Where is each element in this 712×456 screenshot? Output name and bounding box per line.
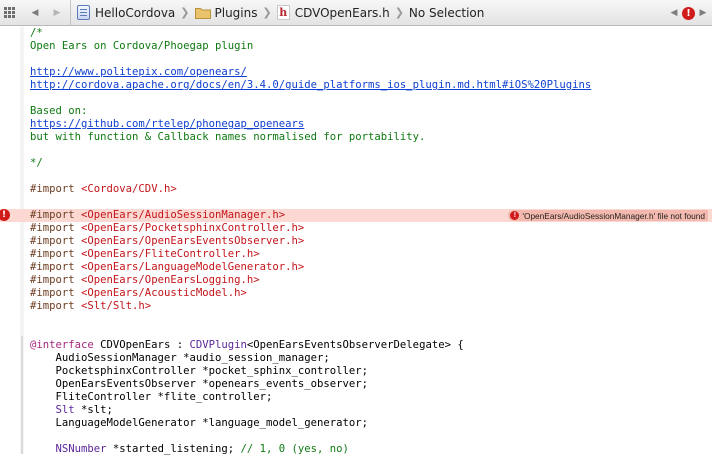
code-block-indicator (21, 336, 23, 454)
chevron-right-icon: ❯ (180, 6, 190, 19)
import-line: #import <OpenEars/OpenEarsEventsObserver… (30, 235, 304, 248)
ivar-line: AudioSessionManager *audio_session_manag… (30, 352, 330, 364)
type-name: NSNumber (30, 443, 107, 455)
folder-icon (194, 7, 211, 19)
grid-icon[interactable] (0, 3, 18, 23)
error-icon: ! (510, 211, 520, 220)
code-link[interactable]: http://www.politepix.com/openears/ (30, 66, 247, 79)
issue-navigator: ◀ ! ▶ (669, 3, 708, 23)
import-path: <OpenEars/FliteController.h> (81, 248, 260, 260)
type-name: Slt (30, 404, 75, 416)
code-link[interactable]: https://github.com/rtelep/phonegap_opene… (30, 118, 304, 131)
import-path: <OpenEars/OpenEarsEventsObserver.h> (81, 235, 305, 247)
import-path: <OpenEars/AudioSessionManager.h> (81, 209, 286, 221)
breadcrumb-group-label: Plugins (214, 5, 258, 20)
code-line: Open Ears on Cordova/Phoegap plugin (30, 40, 254, 52)
import-line: #import <OpenEars/PocketsphinxController… (30, 222, 304, 235)
import-path: <OpenEars/OpenEarsLogging.h> (81, 274, 260, 286)
breadcrumb-group[interactable]: Plugins (194, 5, 258, 20)
code-line: /* (30, 27, 43, 39)
code-line: Based on: (30, 105, 88, 117)
import-path: <OpenEars/AcousticModel.h> (81, 287, 247, 299)
code-link[interactable]: http://cordova.apache.org/docs/en/3.4.0/… (30, 79, 591, 92)
inline-comment: // 1, 0 (yes, no) (240, 443, 349, 455)
import-directive: #import (30, 274, 82, 286)
import-line: #import <OpenEars/FliteController.h> (30, 248, 260, 261)
import-directive: #import (30, 287, 82, 299)
breadcrumb-file[interactable]: h CDVOpenEars.h (276, 5, 390, 20)
import-line: #import <OpenEars/OpenEarsLogging.h> (30, 274, 260, 287)
import-line: #import <OpenEars/LanguageModelGenerator… (30, 261, 304, 274)
breadcrumb-selection-label: No Selection (408, 5, 485, 20)
code-line: */ (30, 157, 43, 169)
import-directive: #import (30, 183, 82, 195)
error-icon[interactable]: ! (682, 6, 695, 20)
ivar-name: *slt; (74, 404, 113, 416)
breadcrumb-project-label: HelloCordova (95, 5, 176, 20)
import-line-error: #import <OpenEars/AudioSessionManager.h> (30, 209, 285, 222)
class-name: CDVOpenEars : (93, 339, 190, 351)
import-path: <OpenEars/LanguageModelGenerator.h> (81, 261, 305, 273)
divider (70, 0, 71, 26)
interface-line: @interface CDVOpenEars : CDVPlugin<OpenE… (30, 339, 464, 352)
keyword: @interface (30, 339, 94, 351)
ivar-line: PocketsphinxController *pocket_sphinx_co… (30, 365, 369, 377)
next-issue-button[interactable]: ▶ (698, 3, 708, 23)
header-file-icon: h (276, 5, 290, 20)
error-message-text: 'OpenEars/AudioSessionManager.h' file no… (522, 210, 705, 221)
previous-issue-button[interactable]: ◀ (669, 3, 679, 23)
source-editor[interactable]: ! /* Open Ears on Cordova/Phoegap plugin… (0, 27, 712, 456)
protocol-list: <OpenEarsEventsObserverDelegate> { (246, 339, 464, 351)
breadcrumb-project[interactable]: HelloCordova (77, 5, 175, 20)
import-directive: #import (30, 261, 82, 273)
gutter[interactable] (0, 27, 20, 454)
import-directive: #import (30, 300, 82, 312)
code-line: but with function & Callback names norma… (30, 131, 426, 143)
import-path: <Slt/Slt.h> (81, 300, 152, 312)
superclass-name: CDVPlugin (189, 339, 247, 351)
chevron-right-icon: ❯ (262, 6, 272, 19)
breadcrumb-file-label: CDVOpenEars.h (294, 5, 390, 20)
import-directive: #import (30, 222, 82, 234)
jump-bar: ◀ ▶ HelloCordova ❯ Plugins ❯ h CDVOpenEa… (0, 0, 712, 26)
chevron-right-icon: ❯ (394, 6, 404, 19)
import-path: <OpenEars/PocketsphinxController.h> (81, 222, 305, 234)
ivar-line: NSNumber *started_listening; // 1, 0 (ye… (30, 443, 349, 456)
ivar-line: OpenEarsEventsObserver *openears_events_… (30, 378, 369, 390)
project-icon (77, 5, 90, 20)
import-path: <Cordova/CDV.h> (81, 183, 177, 195)
breadcrumb-selection[interactable]: No Selection (409, 6, 484, 20)
error-message-bubble[interactable]: ! 'OpenEars/AudioSessionManager.h' file … (508, 210, 708, 221)
import-line: #import <OpenEars/AcousticModel.h> (30, 287, 247, 300)
ivar-name: *started_listening; (106, 443, 241, 455)
ivar-line: LanguageModelGenerator *language_model_g… (30, 417, 369, 429)
ivar-line: FliteController *flite_controller; (30, 391, 273, 403)
import-line: #import <Slt/Slt.h> (30, 300, 151, 313)
ivar-line: Slt *slt; (30, 404, 113, 417)
import-directive: #import (30, 209, 82, 221)
import-directive: #import (30, 248, 82, 260)
import-directive: #import (30, 235, 82, 247)
forward-button[interactable]: ▶ (48, 3, 66, 23)
back-button[interactable]: ◀ (26, 3, 44, 23)
import-line: #import <Cordova/CDV.h> (30, 183, 177, 196)
